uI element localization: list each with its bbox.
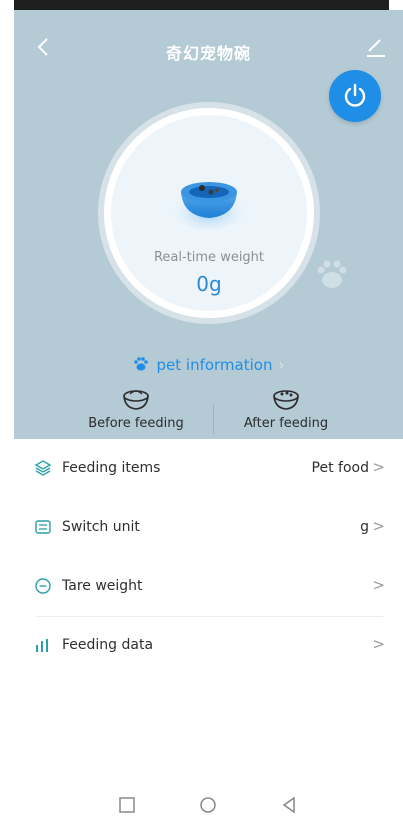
empty-bowl-icon — [123, 390, 149, 410]
unit-icon — [35, 520, 51, 534]
switch-unit-row[interactable]: Switch unit g > — [14, 499, 403, 558]
feeding-items-row[interactable]: Feeding items Pet food > — [14, 440, 403, 499]
status-bar — [14, 0, 389, 10]
paw-icon — [133, 357, 148, 371]
after-feeding-label: After feeding — [243, 416, 329, 431]
bar-chart-icon — [36, 639, 48, 652]
feeding-items-value: Pet food — [311, 460, 369, 476]
minus-circle-icon — [35, 578, 51, 594]
settings-list: Feeding items Pet food > Switch unit g >… — [14, 440, 403, 676]
chevron-right-icon: > — [372, 517, 385, 535]
feeding-data-row[interactable]: Feeding data > — [14, 617, 403, 676]
home-icon[interactable] — [199, 796, 217, 814]
page-title: 奇幻宠物碗 — [165, 44, 251, 63]
back-icon[interactable] — [280, 796, 298, 814]
before-feeding-label: Before feeding — [88, 416, 184, 431]
bowl-icon — [171, 182, 247, 230]
chevron-right-icon: > — [372, 458, 385, 476]
tare-weight-row[interactable]: Tare weight > — [14, 558, 403, 617]
power-icon — [344, 83, 366, 107]
power-button[interactable] — [329, 70, 381, 122]
chevron-right-icon: > — [372, 576, 385, 594]
layers-icon — [34, 460, 52, 476]
after-feeding-button[interactable]: After feeding — [206, 384, 366, 431]
device-panel: 奇幻宠物碗 Real-time weight 0g pet informatio… — [14, 10, 403, 439]
pet-information-link[interactable]: pet information › — [14, 356, 403, 374]
chevron-right-icon: > — [372, 635, 385, 653]
switch-unit-label: Switch unit — [62, 519, 140, 535]
switch-unit-value: g — [360, 519, 369, 535]
app-header: 奇幻宠物碗 — [14, 28, 403, 68]
decorative-paw-icon — [317, 260, 347, 288]
tare-weight-label: Tare weight — [62, 578, 143, 594]
recent-apps-icon[interactable] — [118, 796, 136, 814]
system-navigation-bar — [0, 796, 403, 820]
edit-icon[interactable] — [363, 34, 389, 60]
feeding-items-label: Feeding items — [62, 460, 161, 476]
realtime-weight-value: 0g — [196, 272, 222, 296]
full-bowl-icon — [273, 390, 299, 410]
before-feeding-button[interactable]: Before feeding — [56, 384, 216, 431]
realtime-weight-label: Real-time weight — [153, 250, 265, 265]
pet-information-label: pet information — [156, 356, 273, 374]
chevron-right-icon: › — [278, 356, 285, 374]
feeding-data-label: Feeding data — [62, 637, 154, 653]
feeding-toggle: Before feeding After feeding — [14, 384, 403, 439]
